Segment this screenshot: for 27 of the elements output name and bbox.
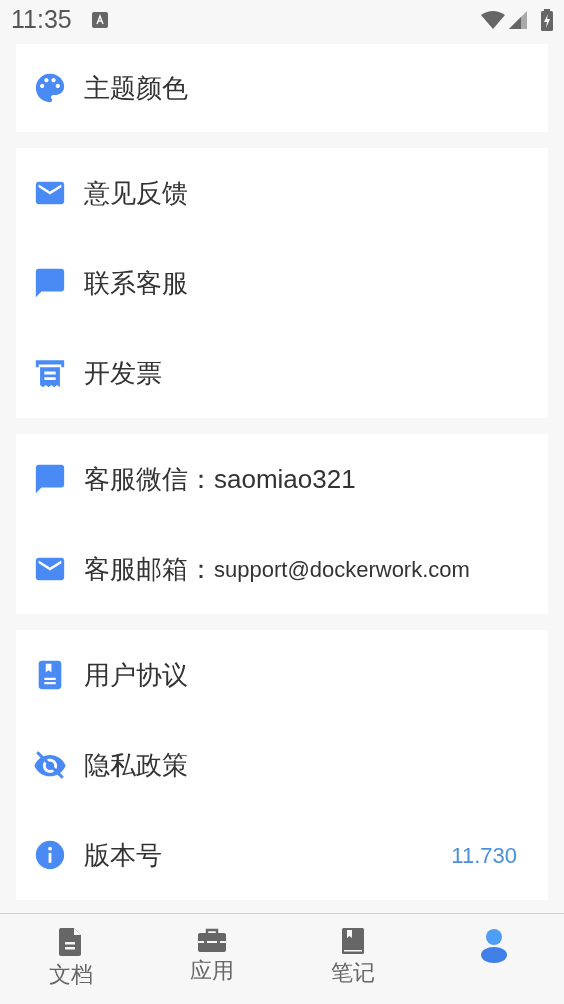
item-label[interactable]: 用户协议 — [84, 655, 188, 695]
battery-charging-icon — [541, 9, 553, 31]
wifi-icon — [481, 11, 505, 29]
document-icon — [58, 928, 83, 956]
nav-tab[interactable]: 文档 — [0, 914, 141, 1004]
status-time: 11:35 — [11, 4, 72, 36]
item-label[interactable]: 客服邮箱： — [84, 549, 214, 589]
item-label[interactable]: 意见反馈 — [84, 173, 188, 213]
item-label[interactable]: 隐私政策 — [84, 745, 188, 785]
nav-tab[interactable]: 应用 — [141, 914, 282, 1004]
briefcase-icon — [197, 928, 226, 952]
book-icon — [341, 928, 364, 954]
item-label[interactable]: 客服微信： — [84, 459, 214, 499]
item-label[interactable]: 联系客服 — [84, 263, 188, 303]
item-label[interactable]: 主题颜色 — [84, 68, 188, 108]
version-number: 11.730 — [451, 841, 517, 870]
eye-off-icon — [33, 748, 67, 782]
item-label[interactable]: 开发票 — [84, 353, 162, 393]
palette-icon — [33, 71, 67, 105]
item-label[interactable]: 版本号 — [84, 835, 162, 875]
keyboard-notification-icon — [91, 12, 108, 28]
info-icon — [33, 838, 67, 872]
item-value: saomiao321 — [214, 462, 356, 496]
signal-icon — [509, 11, 527, 29]
nav-tab[interactable]: 笔记 — [282, 914, 423, 1004]
person-icon — [479, 928, 508, 964]
item-value: support@dockerwork.com — [214, 555, 470, 584]
